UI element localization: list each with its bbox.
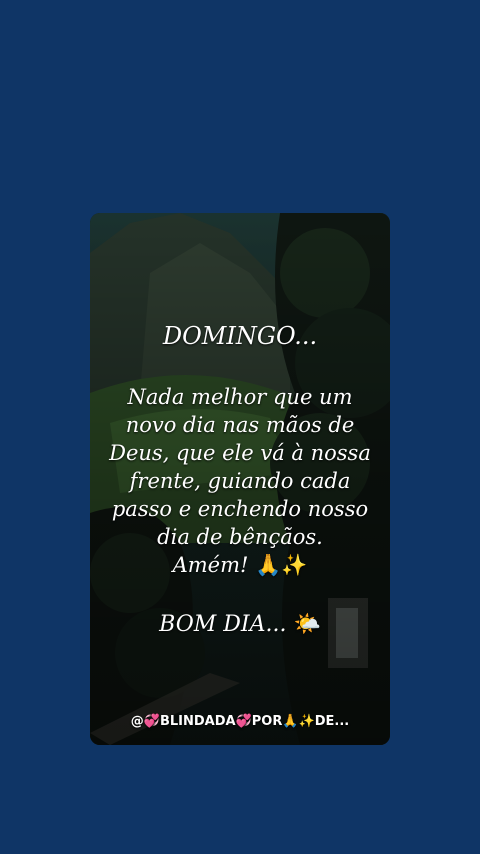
author-handle: @💞BLINDADA💞POR🙏✨DE... bbox=[130, 714, 350, 729]
message-line: passo e enchendo nosso bbox=[111, 497, 369, 521]
message-line: novo dia nas mãos de bbox=[125, 413, 355, 437]
card-closing: BOM DIA... 🌤️ bbox=[90, 611, 390, 639]
message-line: dia de bênçãos. bbox=[157, 525, 323, 549]
message-line: Nada melhor que um bbox=[127, 385, 353, 409]
card-title: DOMINGO... bbox=[162, 322, 318, 350]
image-card: DOMINGO... Nada melhor que um novo dia n… bbox=[90, 213, 390, 745]
message-line: frente, guiando cada bbox=[129, 469, 351, 493]
praying-hands-sparkles-icon: 🙏✨ bbox=[255, 553, 308, 577]
closing-text: BOM DIA... bbox=[159, 612, 287, 637]
card-text: DOMINGO... Nada melhor que um novo dia n… bbox=[90, 213, 390, 639]
message-line: Deus, que ele vá à nossa bbox=[109, 441, 371, 465]
sun-behind-cloud-icon: 🌤️ bbox=[293, 612, 321, 637]
card-message: Nada melhor que um novo dia nas mãos de … bbox=[90, 383, 390, 579]
amen-text: Amém! bbox=[172, 553, 249, 577]
